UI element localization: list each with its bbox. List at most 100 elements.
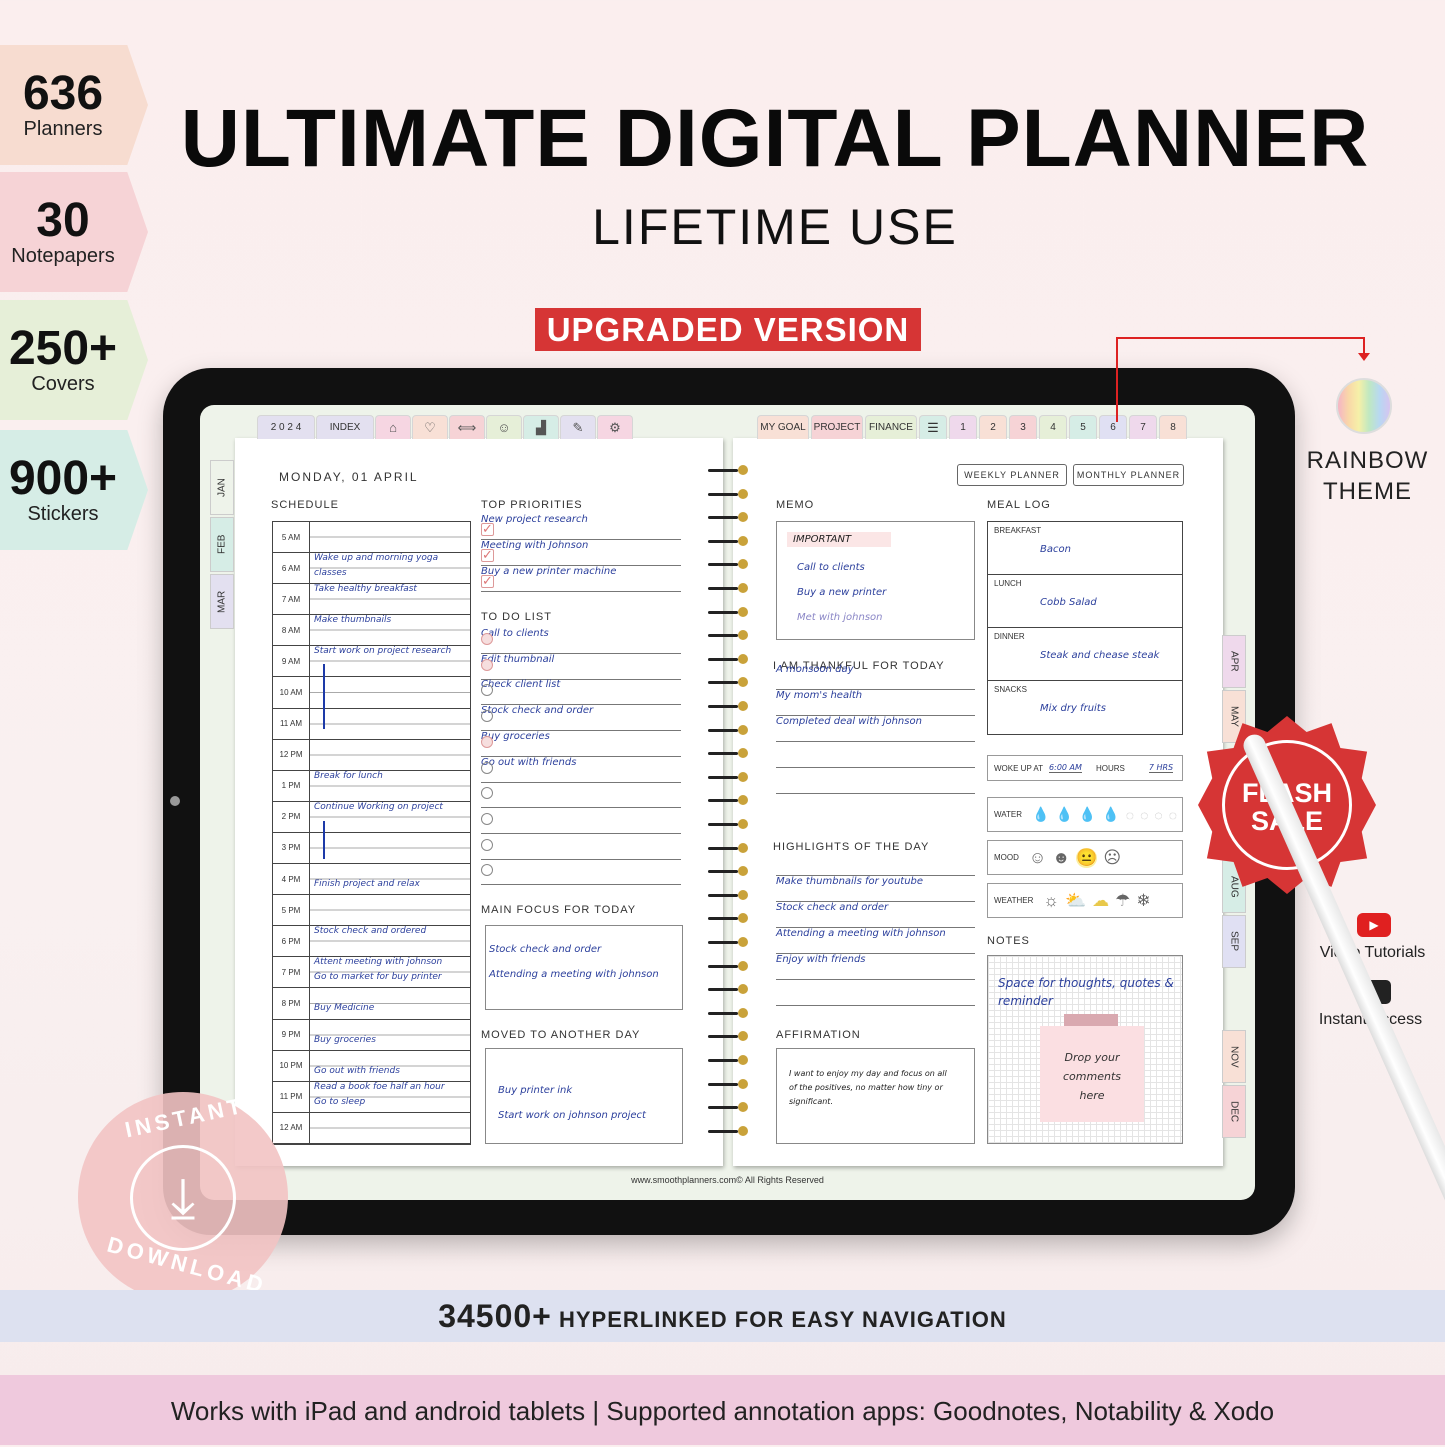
highlight-line[interactable]: Stock check and order — [776, 902, 975, 928]
weather-rain-icon[interactable]: ☂ — [1115, 891, 1130, 911]
month-tab-dec[interactable]: DEC — [1222, 1085, 1246, 1138]
todo-item[interactable]: Stock check and order — [481, 705, 681, 732]
priority-item[interactable]: ✓ Buy a new printer machine — [481, 566, 681, 592]
radio-empty-icon[interactable] — [481, 838, 493, 851]
radio-empty-icon[interactable] — [481, 710, 493, 723]
highlight-line[interactable]: Make thumbnails for youtube — [776, 876, 975, 902]
meal-row[interactable]: DINNER Steak and chease steak — [988, 628, 1182, 681]
schedule-cell[interactable] — [310, 895, 470, 926]
highlight-line[interactable]: Enjoy with friends — [776, 954, 975, 980]
radio-checked-icon[interactable] — [481, 633, 493, 645]
tab-8[interactable]: 8 — [1159, 415, 1187, 439]
schedule-cell[interactable] — [310, 832, 470, 864]
todo-item[interactable]: Check client list — [481, 679, 681, 706]
schedule-cell[interactable]: Start work on project research — [310, 646, 470, 677]
todo-item[interactable] — [481, 859, 681, 886]
weather-partly-cloudy-icon[interactable]: ⛅ — [1065, 891, 1086, 911]
mood-neutral-icon[interactable]: 😐 — [1076, 847, 1098, 868]
schedule-cell[interactable]: Go out with friends — [310, 1050, 470, 1081]
schedule-cell[interactable] — [310, 708, 470, 739]
todo-item[interactable]: Edit thumbnail — [481, 654, 681, 680]
sticky-note[interactable]: Drop your comments here — [1040, 1026, 1144, 1122]
youtube-icon[interactable]: ▶ — [1357, 913, 1391, 937]
thankful-line[interactable] — [776, 768, 975, 794]
month-tab-mar[interactable]: MAR — [210, 574, 234, 629]
schedule-cell[interactable]: Make thumbnails — [310, 615, 470, 646]
schedule-cell[interactable]: Finish project and relax — [310, 864, 470, 895]
mood-smile-icon[interactable]: ☺ — [1029, 848, 1046, 868]
month-tab-nov[interactable]: NOV — [1222, 1030, 1246, 1083]
schedule-cell[interactable] — [310, 522, 470, 553]
schedule-cell[interactable]: Take healthy breakfast — [310, 584, 470, 615]
water-drop-empty-icon[interactable]: ◌ — [1140, 807, 1148, 823]
todo-item[interactable]: Buy groceries — [481, 731, 681, 757]
checkbox-checked-icon[interactable]: ✓ — [481, 548, 494, 562]
tab-5[interactable]: 5 — [1069, 415, 1097, 439]
month-tab-jan[interactable]: JAN — [210, 460, 234, 515]
todo-item[interactable]: Call to clients — [481, 628, 681, 654]
thankful-line[interactable]: My mom's health — [776, 690, 975, 716]
radio-checked-icon[interactable] — [481, 658, 493, 671]
tab-1[interactable]: 1 — [949, 415, 977, 439]
monthly-planner-button[interactable]: MONTHLY PLANNER — [1073, 464, 1184, 486]
tab-edit[interactable]: ✎ — [560, 415, 596, 439]
tab-2024[interactable]: 2 0 2 4 — [257, 415, 315, 439]
water-tracker[interactable]: WATER 💧 💧 💧 💧 ◌ ◌ ◌ ◌ — [987, 797, 1183, 832]
tab-list[interactable]: ☰ — [919, 415, 947, 439]
affirmation-box[interactable]: I want to enjoy my day and focus on all … — [776, 1048, 975, 1144]
weather-cloudy-icon[interactable]: ☁ — [1092, 891, 1109, 911]
highlight-line[interactable]: Attending a meeting with johnson — [776, 928, 975, 954]
schedule-cell[interactable] — [310, 1112, 470, 1143]
schedule-cell[interactable]: Break for lunch — [310, 770, 470, 801]
mood-tracker[interactable]: MOOD ☺ ☻ 😐 ☹ — [987, 840, 1183, 875]
radio-empty-icon[interactable] — [481, 864, 493, 877]
weather-snow-icon[interactable]: ❄ — [1136, 891, 1150, 911]
weather-tracker[interactable]: WEATHER ☼ ⛅ ☁ ☂ ❄ — [987, 883, 1183, 918]
notes-grid[interactable]: Space for thoughts, quotes & reminder Dro… — [987, 955, 1183, 1144]
thankful-line[interactable]: Completed deal with johnson — [776, 716, 975, 742]
todo-item[interactable]: Go out with friends — [481, 757, 681, 783]
tab-dumbbell[interactable]: ⟺ — [449, 415, 485, 439]
sleep-tracker[interactable]: WOKE UP AT 6:00 AM HOURS 7 HRS — [987, 755, 1183, 781]
water-drop-empty-icon[interactable]: ◌ — [1126, 807, 1134, 823]
schedule-cell[interactable]: Attent meeting with johnson Go to market … — [310, 957, 470, 988]
moved-box[interactable]: Buy printer ink Start work on johnson pro… — [485, 1048, 683, 1144]
tab-project[interactable]: PROJECT — [811, 415, 863, 439]
radio-checked-icon[interactable] — [481, 735, 493, 748]
highlight-line[interactable] — [776, 850, 975, 876]
water-drop-filled-icon[interactable]: 💧 — [1079, 806, 1096, 823]
tab-home[interactable]: ⌂ — [375, 415, 411, 439]
memo-box[interactable]: IMPORTANT Call to clients Buy a new printe… — [776, 521, 975, 640]
tab-7[interactable]: 7 — [1129, 415, 1157, 439]
water-drop-filled-icon[interactable]: 💧 — [1032, 806, 1049, 823]
schedule-cell[interactable]: Buy groceries — [310, 1019, 470, 1050]
radio-empty-icon[interactable] — [481, 684, 493, 697]
priority-item[interactable]: ✓ Meeting with Johnson — [481, 540, 681, 566]
thankful-line[interactable]: A monsoon day — [776, 664, 975, 690]
schedule-cell[interactable]: Continue Working on project — [310, 801, 470, 832]
tab-6[interactable]: 6 — [1099, 415, 1127, 439]
schedule-cell[interactable]: Stock check and ordered — [310, 926, 470, 957]
radio-empty-icon[interactable] — [481, 787, 493, 800]
priority-item[interactable]: ✓ New project research — [481, 514, 681, 540]
video-tutorials-link[interactable]: Video Tutorials — [1300, 944, 1445, 962]
tab-finance[interactable]: FINANCE — [865, 415, 917, 439]
weather-sun-icon[interactable]: ☼ — [1043, 891, 1059, 911]
tab-my-goal[interactable]: MY GOAL — [757, 415, 809, 439]
water-drop-filled-icon[interactable]: 💧 — [1102, 806, 1119, 823]
tab-3[interactable]: 3 — [1009, 415, 1037, 439]
meal-row[interactable]: LUNCH Cobb Salad — [988, 575, 1182, 628]
todo-item[interactable] — [481, 782, 681, 809]
main-focus-box[interactable]: Stock check and order Attending a meeting… — [485, 925, 683, 1010]
todo-item[interactable] — [481, 808, 681, 834]
meal-row[interactable]: SNACKS Mix dry fruits — [988, 681, 1182, 734]
schedule-cell[interactable]: Wake up and morning yoga classes — [310, 553, 470, 584]
weekly-planner-button[interactable]: WEEKLY PLANNER — [957, 464, 1067, 486]
todo-item[interactable] — [481, 834, 681, 860]
month-tab-feb[interactable]: FEB — [210, 517, 234, 572]
water-drop-empty-icon[interactable]: ◌ — [1154, 807, 1162, 823]
month-tab-sep[interactable]: SEP — [1222, 915, 1246, 968]
radio-empty-icon[interactable] — [481, 812, 493, 825]
tab-chart[interactable]: ▟ — [523, 415, 559, 439]
checkbox-checked-icon[interactable]: ✓ — [481, 574, 494, 588]
